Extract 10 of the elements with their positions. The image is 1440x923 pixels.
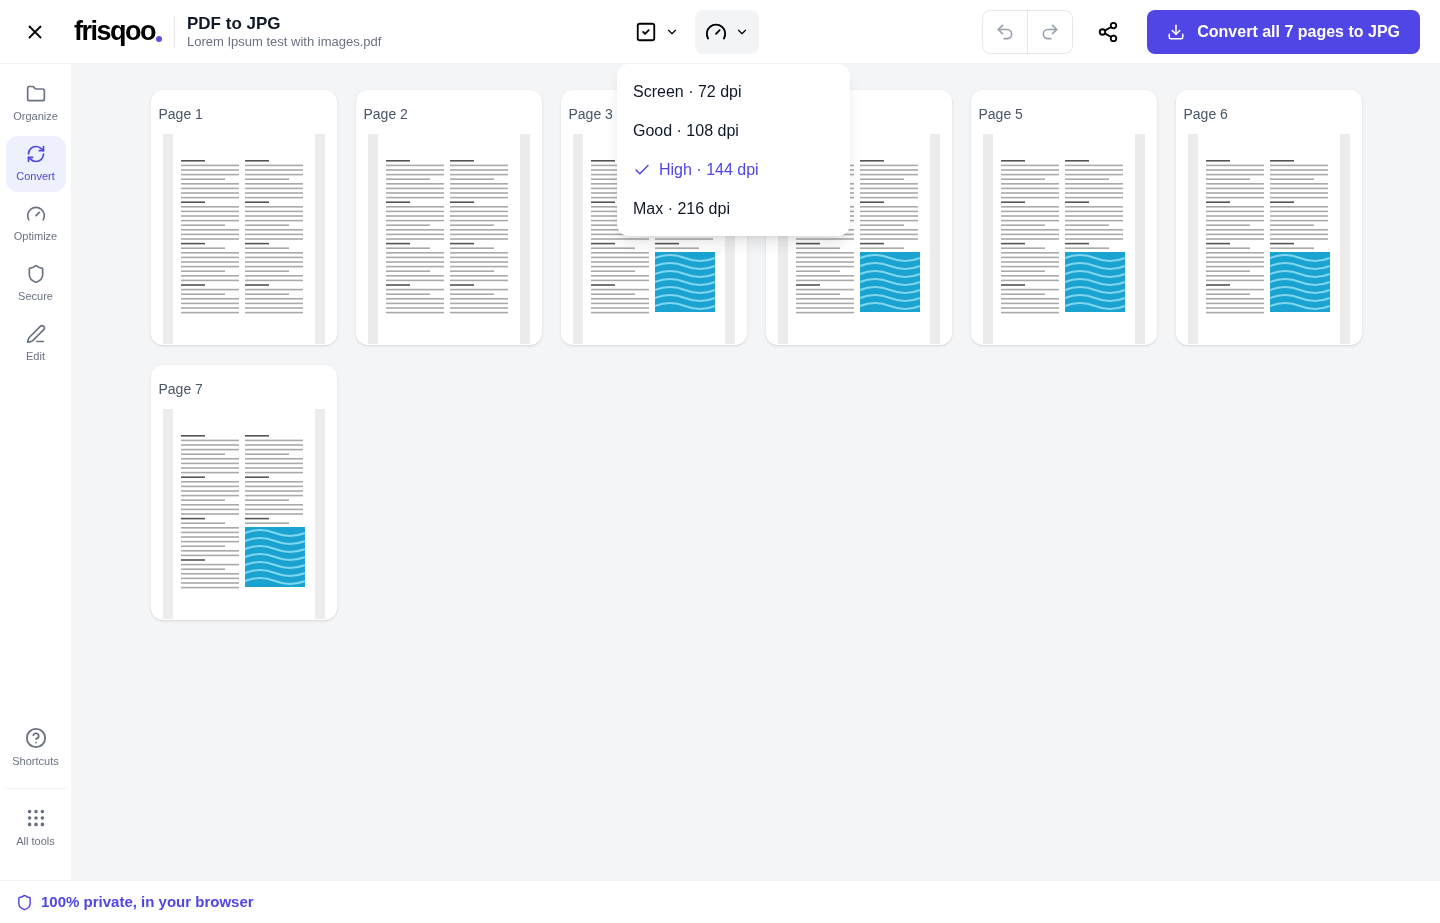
page-label: Page 1 bbox=[158, 106, 203, 122]
page-label: Page 2 bbox=[363, 106, 408, 122]
logo: frisqoo bbox=[74, 18, 162, 45]
app-title: PDF to JPG bbox=[187, 13, 282, 34]
page-label: Page 7 bbox=[158, 381, 203, 397]
page-label: Page 3 bbox=[568, 106, 613, 122]
page-label: Page 5 bbox=[978, 106, 1023, 122]
file-name: Lorem Ipsum test with images.pdf bbox=[187, 33, 383, 50]
privacy-note: 100% private, in your browser bbox=[41, 891, 254, 912]
page-label: Page 6 bbox=[1183, 106, 1228, 122]
